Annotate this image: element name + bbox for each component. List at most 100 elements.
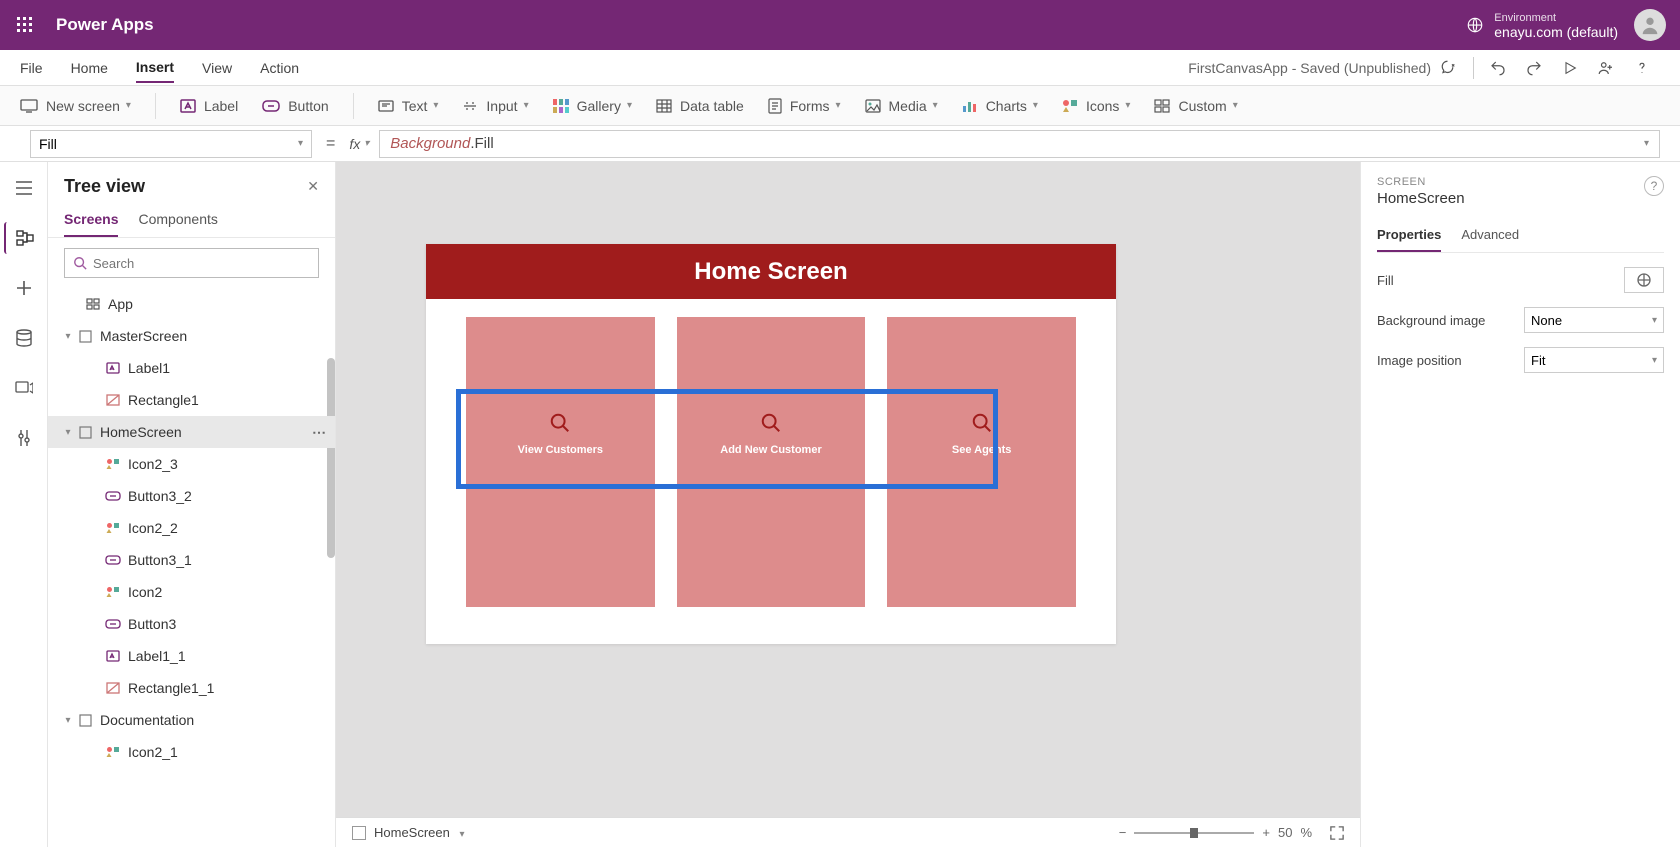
screen-icon	[20, 99, 38, 113]
menu-insert[interactable]: Insert	[136, 53, 174, 83]
menu-file[interactable]: File	[20, 54, 43, 82]
treeview-rail-button[interactable]	[4, 222, 44, 254]
node-type-icon	[76, 426, 94, 439]
tree-node[interactable]: Label1	[48, 352, 335, 384]
node-label: HomeScreen	[100, 424, 182, 440]
insert-gallery-menu[interactable]: Gallery▾	[553, 98, 632, 114]
bg-image-label: Background image	[1377, 313, 1524, 328]
current-screen-selector[interactable]: HomeScreen ▾	[374, 825, 465, 840]
insert-custom-menu[interactable]: Custom▾	[1154, 98, 1237, 114]
screen-header[interactable]: Home Screen	[426, 244, 1116, 299]
insert-charts-menu[interactable]: Charts▾	[962, 98, 1038, 114]
tab-screens[interactable]: Screens	[64, 205, 118, 237]
chevron-down-icon: ▾	[433, 100, 438, 111]
node-label: Icon2	[128, 584, 162, 600]
tree-node[interactable]: ▾ HomeScreen ⋯	[48, 416, 335, 448]
table-icon	[656, 99, 672, 113]
preview-button[interactable]	[1552, 50, 1588, 86]
chevron-down-icon[interactable]: ▾	[60, 331, 76, 342]
share-button[interactable]	[1588, 50, 1624, 86]
tree-node[interactable]: App	[48, 288, 335, 320]
fx-button[interactable]: fx▾	[349, 136, 369, 152]
insert-rail-button[interactable]	[4, 272, 44, 304]
chevron-down-icon: ▾	[524, 100, 529, 111]
insert-icons-menu[interactable]: Icons▾	[1062, 98, 1131, 114]
input-icon	[462, 99, 478, 113]
property-selector[interactable]: Fill ▾	[30, 130, 312, 158]
node-label: MasterScreen	[100, 328, 187, 344]
chevron-down-icon[interactable]: ▾	[60, 427, 76, 438]
menu-home[interactable]: Home	[71, 54, 108, 82]
environment-picker[interactable]: Environment enayu.com (default)	[1466, 11, 1618, 39]
tree-node[interactable]: Icon2_1	[48, 736, 335, 768]
chevron-down-icon: ▾	[835, 100, 840, 111]
media-rail-button[interactable]	[4, 372, 44, 404]
tree-node[interactable]: Label1_1	[48, 640, 335, 672]
zoom-slider[interactable]	[1134, 832, 1254, 834]
insert-input-menu[interactable]: Input▾	[462, 98, 528, 114]
tree-node[interactable]: Icon2	[48, 576, 335, 608]
redo-button[interactable]	[1516, 50, 1552, 86]
tree-node[interactable]: Icon2_2	[48, 512, 335, 544]
chevron-down-icon[interactable]: ▾	[60, 715, 76, 726]
tree-node[interactable]: Rectangle1	[48, 384, 335, 416]
tools-rail-button[interactable]	[4, 422, 44, 454]
element-type-label: SCREEN	[1377, 176, 1664, 188]
close-button[interactable]: ✕	[307, 178, 319, 195]
insert-media-menu[interactable]: Media▾	[865, 98, 938, 114]
tree-node[interactable]: Button3	[48, 608, 335, 640]
tab-components[interactable]: Components	[138, 205, 217, 237]
text-icon	[378, 100, 394, 112]
help-button[interactable]	[1624, 50, 1660, 86]
tree-node[interactable]: ▾ MasterScreen	[48, 320, 335, 352]
chevron-down-icon: ▾	[1652, 315, 1657, 326]
insert-datatable-button[interactable]: Data table	[656, 98, 744, 114]
user-avatar[interactable]	[1634, 9, 1666, 41]
app-checker-button[interactable]	[1431, 50, 1467, 86]
data-rail-button[interactable]	[4, 322, 44, 354]
environment-icon	[1466, 16, 1484, 34]
properties-panel: ? SCREEN HomeScreen Properties Advanced …	[1360, 162, 1680, 847]
screen-checkbox[interactable]	[352, 826, 366, 840]
image-position-label: Image position	[1377, 353, 1524, 368]
selection-highlight	[456, 389, 998, 489]
node-type-icon	[104, 394, 122, 406]
tree-node[interactable]: Icon2_3	[48, 448, 335, 480]
insert-label-button[interactable]: Label	[180, 98, 238, 114]
zoom-in-button[interactable]: +	[1262, 825, 1270, 840]
node-type-icon	[104, 586, 122, 598]
search-input[interactable]	[64, 248, 319, 278]
zoom-unit: %	[1300, 825, 1312, 840]
artboard[interactable]: Home Screen View Customers Add New Custo…	[426, 244, 1116, 644]
hamburger-button[interactable]	[4, 172, 44, 204]
chevron-down-icon: ▾	[1233, 100, 1238, 111]
canvas-area[interactable]: Home Screen View Customers Add New Custo…	[336, 162, 1360, 847]
treeview-panel: Tree view ✕ Screens Components App▾Maste…	[48, 162, 336, 847]
formula-input[interactable]: Background.Fill ▾	[379, 130, 1660, 158]
menu-action[interactable]: Action	[260, 54, 299, 82]
more-button[interactable]: ⋯	[312, 424, 327, 441]
tab-advanced[interactable]: Advanced	[1461, 221, 1519, 252]
tab-properties[interactable]: Properties	[1377, 221, 1441, 252]
tree-node[interactable]: Button3_1	[48, 544, 335, 576]
insert-forms-menu[interactable]: Forms▾	[768, 98, 841, 114]
new-screen-button[interactable]: New screen▾	[20, 98, 131, 114]
app-launcher-button[interactable]	[0, 0, 50, 50]
fill-label: Fill	[1377, 273, 1624, 288]
fit-to-window-button[interactable]	[1330, 826, 1344, 840]
image-position-select[interactable]: Fit ▾	[1524, 347, 1664, 373]
file-status: FirstCanvasApp - Saved (Unpublished)	[1188, 60, 1431, 76]
node-type-icon	[104, 746, 122, 758]
separator	[155, 93, 156, 119]
tree-node[interactable]: ▾Documentation	[48, 704, 335, 736]
insert-text-menu[interactable]: Text▾	[378, 98, 439, 114]
undo-button[interactable]	[1480, 50, 1516, 86]
bg-image-select[interactable]: None ▾	[1524, 307, 1664, 333]
tree-node[interactable]: Rectangle1_1	[48, 672, 335, 704]
menu-view[interactable]: View	[202, 54, 232, 82]
fill-color-picker[interactable]	[1624, 267, 1664, 293]
tree-node[interactable]: Button3_2	[48, 480, 335, 512]
insert-button-button[interactable]: Button	[262, 98, 328, 114]
zoom-out-button[interactable]: −	[1119, 825, 1127, 840]
help-icon[interactable]: ?	[1644, 176, 1664, 196]
